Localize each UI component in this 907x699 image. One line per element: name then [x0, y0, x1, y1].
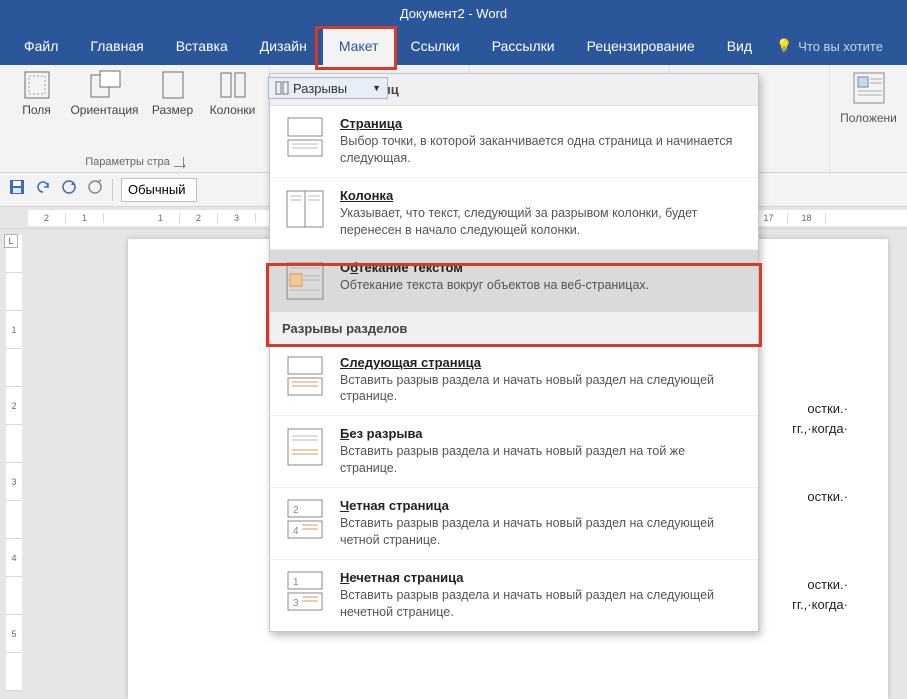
break-nextpage-title: Следующая страница	[340, 355, 744, 370]
break-continuous-icon	[284, 426, 326, 468]
tab-view[interactable]: Вид	[711, 27, 768, 65]
ruler-vertical[interactable]: 1 2 3 4 5	[0, 229, 28, 699]
touch-mode-icon[interactable]	[86, 178, 104, 201]
columns-label: Колонки	[210, 103, 256, 117]
doc-text-fragment: остки.·	[807, 399, 848, 420]
svg-text:4: 4	[293, 526, 299, 537]
orientation-icon	[88, 69, 122, 101]
position-icon	[852, 71, 886, 105]
tell-me-label: Что вы хотите	[798, 39, 883, 54]
doc-text-fragment: остки.·	[807, 487, 848, 508]
svg-text:3: 3	[293, 598, 299, 609]
columns-button[interactable]: Колонки	[205, 69, 261, 117]
break-nextpage-desc: Вставить разрыв раздела и начать новый р…	[340, 372, 744, 406]
size-button[interactable]: Размер	[145, 69, 201, 117]
titlebar: Документ2 - Word	[0, 0, 907, 27]
break-even-title: Четная страница	[340, 498, 744, 513]
break-even-icon: 24	[284, 498, 326, 540]
repeat-icon[interactable]	[60, 178, 78, 201]
break-textwrap-icon	[284, 260, 326, 302]
tell-me[interactable]: 💡 Что вы хотите	[776, 38, 883, 54]
tab-home[interactable]: Главная	[74, 27, 159, 65]
position-label: Положени	[840, 111, 897, 125]
columns-icon	[216, 69, 250, 101]
margins-label: Поля	[22, 103, 51, 117]
breaks-icon	[275, 81, 289, 95]
chevron-down-icon: ▼	[372, 83, 381, 93]
break-column-title: Колонка	[340, 188, 744, 203]
break-column[interactable]: Колонка Указывает, что текст, следующий …	[270, 178, 758, 250]
break-odd-title: Нечетная страница	[340, 570, 744, 585]
break-textwrap-title: Обтекание текстом	[340, 260, 649, 275]
size-icon	[156, 69, 190, 101]
break-nextpage-icon	[284, 355, 326, 397]
doc-text-fragment: гг.,·когда·	[792, 595, 848, 616]
undo-icon[interactable]	[34, 178, 52, 201]
break-next-page[interactable]: Следующая страница Вставить разрыв разде…	[270, 345, 758, 417]
margins-button[interactable]: Поля	[9, 69, 65, 117]
break-odd-icon: 13	[284, 570, 326, 612]
dialog-launcher-icon	[174, 157, 184, 167]
group-page-setup: Поля Ориентация Размер Колонки Параметры…	[0, 65, 270, 172]
page-setup-caption[interactable]: Параметры стра	[85, 154, 183, 170]
breaks-split-button[interactable]: Разрывы ▼	[268, 77, 388, 99]
break-page[interactable]: Страница Выбор точки, в которой заканчив…	[270, 106, 758, 178]
break-odd-desc: Вставить разрыв раздела и начать новый р…	[340, 587, 744, 621]
break-continuous-desc: Вставить разрыв раздела и начать новый р…	[340, 443, 744, 477]
lightbulb-icon: 💡	[776, 38, 792, 54]
tab-mailings[interactable]: Рассылки	[476, 27, 571, 65]
break-even-page[interactable]: 24 Четная страница Вставить разрыв разде…	[270, 488, 758, 560]
style-combobox[interactable]	[121, 178, 197, 202]
breaks-menu: Разрывы страниц Страница Выбор точки, в …	[269, 73, 759, 632]
tab-review[interactable]: Рецензирование	[571, 27, 711, 65]
margins-icon	[20, 69, 54, 101]
break-page-title: Страница	[340, 116, 744, 131]
svg-text:2: 2	[293, 505, 299, 516]
orientation-label: Ориентация	[70, 103, 138, 117]
tab-file[interactable]: Файл	[8, 27, 74, 65]
breaks-label: Разрывы	[293, 81, 347, 96]
tab-references[interactable]: Ссылки	[394, 27, 475, 65]
doc-text-fragment: гг.,·когда·	[792, 419, 848, 440]
size-label: Размер	[152, 103, 193, 117]
break-column-icon	[284, 188, 326, 230]
break-even-desc: Вставить разрыв раздела и начать новый р…	[340, 515, 744, 549]
break-page-icon	[284, 116, 326, 158]
break-column-desc: Указывает, что текст, следующий за разры…	[340, 205, 744, 239]
tab-design[interactable]: Дизайн	[244, 27, 323, 65]
window-title: Документ2 - Word	[400, 6, 507, 21]
svg-text:1: 1	[293, 577, 299, 588]
break-text-wrapping[interactable]: Обтекание текстом Обтекание текста вокру…	[270, 250, 758, 313]
orientation-button[interactable]: Ориентация	[69, 69, 141, 117]
break-page-desc: Выбор точки, в которой заканчивается одн…	[340, 133, 744, 167]
tab-selector[interactable]: L	[4, 234, 18, 248]
break-odd-page[interactable]: 13 Нечетная страница Вставить разрыв раз…	[270, 560, 758, 631]
tab-layout[interactable]: Макет	[323, 27, 395, 65]
break-textwrap-desc: Обтекание текста вокруг объектов на веб-…	[340, 277, 649, 294]
break-continuous[interactable]: Без разрыва Вставить разрыв раздела и на…	[270, 416, 758, 488]
arrange-group: Положени	[829, 65, 907, 172]
save-icon[interactable]	[8, 178, 26, 201]
breaks-menu-header-sections: Разрывы разделов	[270, 313, 758, 345]
ribbon-tabs: Файл Главная Вставка Дизайн Макет Ссылки…	[0, 27, 907, 65]
tab-insert[interactable]: Вставка	[160, 27, 244, 65]
break-continuous-title: Без разрыва	[340, 426, 744, 441]
doc-text-fragment: остки.·	[807, 575, 848, 596]
